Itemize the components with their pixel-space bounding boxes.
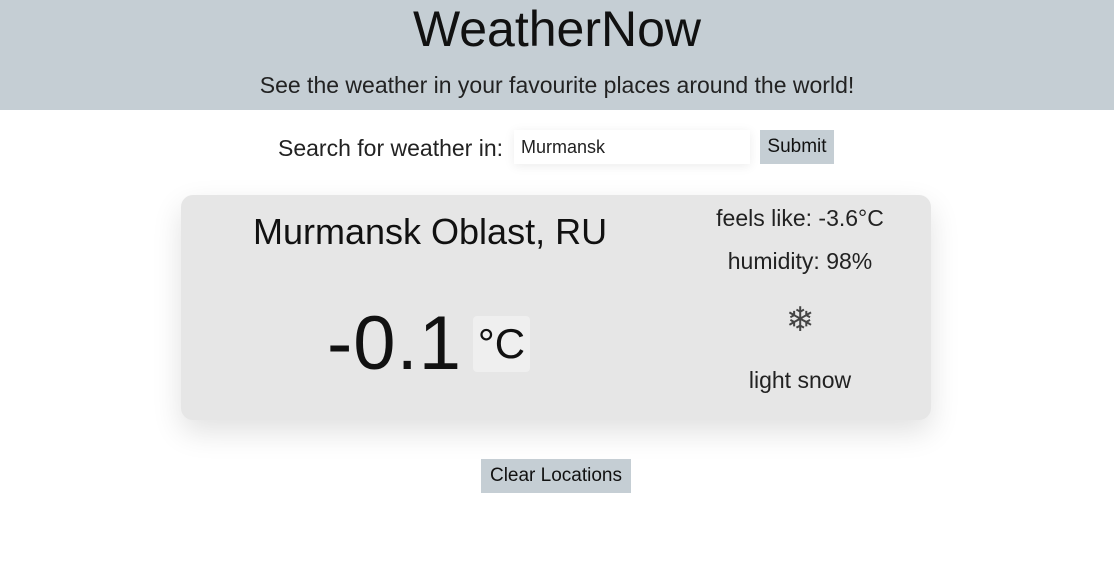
- search-form: Search for weather in: Submit: [0, 129, 1114, 165]
- header: WeatherNow See the weather in your favou…: [0, 0, 1114, 110]
- feels-like: feels like: -3.6°C: [716, 205, 884, 231]
- unit-toggle-button[interactable]: °C: [473, 316, 530, 372]
- snowflake-icon: ❄: [785, 301, 815, 339]
- submit-button[interactable]: Submit: [760, 130, 834, 164]
- app-title: WeatherNow: [412, 1, 702, 57]
- search-input[interactable]: [514, 130, 750, 164]
- humidity: humidity: 98%: [727, 248, 873, 274]
- weather-condition: light snow: [748, 367, 852, 393]
- search-label: Search for weather in:: [278, 135, 504, 161]
- weather-details: feels like: -3.6°C humidity: 98% ❄ light…: [675, 195, 925, 420]
- temperature-value: -0.1: [327, 301, 462, 386]
- clear-locations-button[interactable]: Clear Locations: [481, 459, 631, 493]
- location-name: Murmansk Oblast, RU: [253, 211, 608, 252]
- weather-card: Murmansk Oblast, RU -0.1 °C feels like: …: [181, 195, 931, 420]
- tagline: See the weather in your favourite places…: [259, 72, 855, 98]
